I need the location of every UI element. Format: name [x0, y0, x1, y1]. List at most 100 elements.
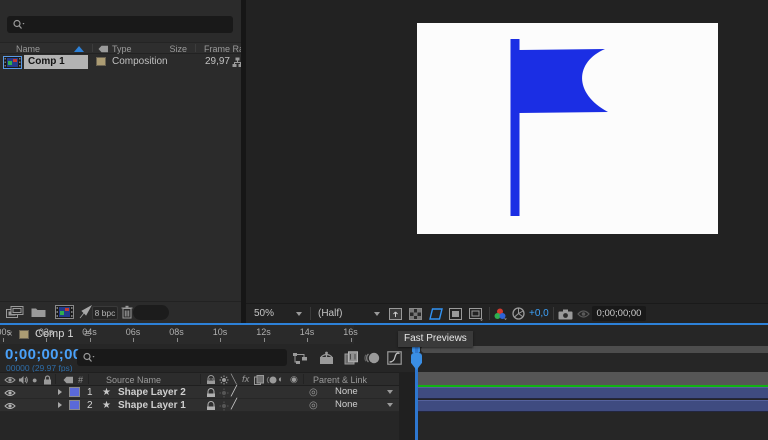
ruler-tick	[46, 338, 47, 342]
fast-previews-tooltip: Fast Previews	[398, 331, 473, 347]
expand-chevron-icon[interactable]	[58, 389, 62, 395]
chevron-down-icon	[296, 312, 302, 316]
work-area-bar[interactable]	[415, 372, 768, 385]
sort-ascending-icon[interactable]	[74, 46, 84, 52]
ruler-tick	[90, 338, 91, 342]
region-of-interest-icon[interactable]	[429, 308, 443, 320]
pickwhip-icon[interactable]: ◎	[309, 400, 318, 411]
column-resize-gutter[interactable]	[399, 372, 415, 440]
3d-layer-switch-icon: ◉	[290, 374, 298, 385]
layer-row-2[interactable]: 2 ★ Shape Layer 1 ╱ ◎ None	[0, 399, 408, 412]
bit-depth-button[interactable]: 8 bpc	[92, 306, 118, 320]
grid-guides-icon[interactable]	[389, 308, 402, 320]
shy-switch-icon[interactable]	[206, 401, 216, 411]
layer-row-1[interactable]: 1 ★ Shape Layer 2 ╱ ◎ None	[0, 386, 408, 399]
parent-link-dropdown[interactable]: None	[327, 387, 397, 398]
layer-duration-bar-2[interactable]	[416, 400, 768, 412]
composition-mini-flowchart-icon[interactable]	[292, 352, 308, 365]
transparency-grid-icon[interactable]	[409, 308, 422, 320]
column-source-name[interactable]: Source Name	[106, 375, 161, 385]
shy-switch-icon[interactable]	[206, 388, 216, 398]
trash-icon[interactable]	[121, 305, 133, 319]
frame-blending-icon[interactable]	[344, 351, 359, 365]
video-eye-icon	[4, 376, 16, 384]
video-eye-icon[interactable]	[4, 389, 16, 397]
flag-shape-graphic	[417, 23, 718, 234]
new-folder-icon[interactable]	[31, 306, 46, 318]
collapse-transformations-icon[interactable]	[219, 388, 229, 398]
column-size[interactable]: Size	[160, 44, 187, 54]
column-parent-link[interactable]: Parent & Link	[313, 375, 367, 385]
graph-editor-icon[interactable]	[387, 351, 402, 365]
quality-switch[interactable]: ╱	[231, 386, 237, 397]
ruler-tick	[351, 338, 352, 342]
current-time-field[interactable]: 0;00;00;00	[5, 346, 81, 363]
project-search-input[interactable]	[7, 16, 233, 33]
layer-name[interactable]: Shape Layer 1	[118, 400, 186, 411]
show-snapshot-eye-icon[interactable]	[577, 309, 590, 319]
project-column-header[interactable]: Name Type Size Frame Ra..	[0, 42, 241, 54]
label-color-icon[interactable]	[98, 45, 109, 53]
time-navigator-bar[interactable]	[421, 346, 768, 353]
magnification-dropdown[interactable]: 50%	[248, 306, 308, 322]
pickwhip-icon[interactable]: ◎	[309, 387, 318, 398]
composition-canvas[interactable]	[417, 23, 718, 234]
project-footer-toolbar: 8 bpc	[0, 301, 241, 323]
collapse-transformations-icon[interactable]	[219, 401, 229, 411]
draft-3d-icon[interactable]	[318, 351, 335, 365]
layer-name[interactable]: Shape Layer 2	[118, 387, 186, 398]
timeline-search-input[interactable]	[77, 349, 287, 366]
exposure-icon[interactable]	[512, 307, 525, 320]
shape-layer-star-icon: ★	[102, 400, 111, 411]
ruler-label: 14s	[300, 327, 315, 337]
item-name-field[interactable]: Comp 1	[24, 55, 88, 69]
mask-visibility-icon[interactable]	[449, 308, 462, 320]
quality-switch[interactable]: ╱	[231, 399, 237, 410]
quality-switch-icon: ╲	[231, 374, 236, 385]
ruler-label: :00s	[0, 327, 11, 337]
adjustment-layer-switch-icon: ◐	[278, 374, 283, 384]
ruler-tick	[220, 338, 221, 342]
item-label-swatch[interactable]	[96, 57, 106, 66]
solo-icon: ●	[32, 375, 37, 385]
render-settings-icon[interactable]	[79, 305, 92, 319]
ruler-label: 10s	[213, 327, 228, 337]
layer-duration-bar-1[interactable]	[416, 387, 768, 399]
ruler-tick	[177, 338, 178, 342]
column-name[interactable]: Name	[16, 44, 40, 54]
snapshot-camera-icon[interactable]	[558, 309, 573, 320]
new-composition-icon[interactable]	[55, 305, 74, 319]
motion-blur-switch-icon	[266, 375, 277, 385]
lock-icon	[43, 375, 52, 385]
channel-settings-icon[interactable]	[493, 307, 507, 321]
search-icon	[12, 19, 26, 30]
pixel-aspect-correction-icon[interactable]	[469, 308, 484, 321]
timeline-tab[interactable]: × Comp 1 ≡	[0, 327, 240, 343]
ruler-label: 16s	[343, 327, 358, 337]
frame-blend-switch-icon	[254, 375, 264, 385]
search-icon	[82, 352, 96, 363]
ruler-label: 04s	[82, 327, 97, 337]
motion-blur-icon[interactable]	[364, 351, 380, 365]
playhead-handle[interactable]	[411, 353, 422, 370]
resolution-dropdown[interactable]: (Half)	[312, 306, 386, 322]
viewer-timecode[interactable]: 0;00;00;00	[592, 306, 646, 321]
layer-number: 1	[87, 387, 93, 398]
ruler-tick	[307, 338, 308, 342]
video-eye-icon[interactable]	[4, 402, 16, 410]
ruler-tick	[133, 338, 134, 342]
composition-viewer-panel: 50% (Half)	[246, 0, 768, 324]
layer-color-swatch[interactable]	[69, 387, 80, 397]
parent-link-dropdown[interactable]: None	[327, 400, 397, 411]
layer-color-swatch[interactable]	[69, 400, 80, 410]
project-item-comp1[interactable]: Comp 1 Composition 29,97	[0, 55, 241, 70]
item-type: Composition	[112, 56, 168, 67]
exposure-value[interactable]: +0,0	[529, 308, 549, 319]
interpret-footage-icon[interactable]	[6, 306, 24, 319]
column-type[interactable]: Type	[112, 44, 132, 54]
comp-label-swatch	[19, 330, 29, 339]
layer-column-header: ● # Source Name ╲ fx	[0, 372, 408, 386]
expand-chevron-icon[interactable]	[58, 402, 62, 408]
parent-value: None	[335, 399, 358, 410]
chevron-down-icon	[387, 390, 393, 394]
